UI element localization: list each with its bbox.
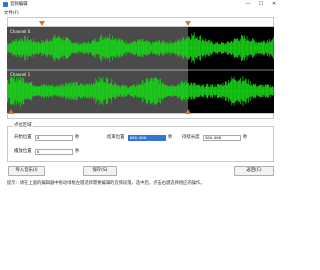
insert-unit: 秒	[75, 149, 80, 154]
duration-unit: 秒	[243, 135, 248, 140]
end-handle-icon[interactable]	[185, 109, 191, 114]
menu-file[interactable]: 文件(F)	[4, 11, 19, 16]
insert-position-input[interactable]: 0	[35, 149, 73, 155]
window-title: 音频编辑	[10, 1, 28, 7]
start-position-label: 开始位置	[14, 135, 32, 140]
end-position-label: 结束位置	[107, 135, 125, 140]
maximize-button[interactable]: ☐	[256, 0, 266, 8]
close-button[interactable]: ✕	[269, 0, 279, 8]
menu-bar: 文件(F)	[0, 10, 280, 17]
point-settings-group: 点位区域 开始位置 0 秒 结束位置 800.000 秒 持续长度 500.00…	[7, 123, 274, 162]
end-position-input[interactable]: 800.000	[128, 135, 166, 141]
start-marker-icon[interactable]	[39, 21, 45, 26]
import-music-button[interactable]: 导入音乐(I)	[8, 166, 45, 176]
end-marker-icon[interactable]	[185, 21, 191, 26]
back-button[interactable]: 返回(C)	[234, 166, 274, 176]
bottom-timeline[interactable]	[7, 109, 274, 119]
minimize-button[interactable]: —	[243, 0, 253, 8]
start-handle-icon[interactable]	[8, 109, 14, 114]
start-unit: 秒	[75, 135, 80, 140]
end-unit: 秒	[168, 135, 173, 140]
duration-label: 持续长度	[182, 135, 200, 140]
top-ruler[interactable]	[7, 17, 274, 27]
save-button[interactable]: 保存(S)	[83, 166, 117, 176]
waveform-editor[interactable]: Channel 0 Channel 1	[7, 27, 274, 113]
waveform-canvas[interactable]	[7, 27, 274, 113]
start-position-input[interactable]: 0	[35, 135, 73, 141]
channel-label: Channel 1	[10, 72, 31, 77]
group-title: 点位区域	[13, 123, 33, 129]
app-icon	[3, 2, 8, 7]
title-bar: 音频编辑 — ☐ ✕	[0, 0, 280, 9]
tip-text: 提示：请在上面的编辑器中拖动绿框左键选择需要编辑的音频段落，选中后，点击右键选择…	[7, 181, 205, 186]
channel-label: Channel 0	[10, 29, 31, 34]
insert-position-label: 播放位置	[14, 149, 32, 154]
duration-input[interactable]: 500.000	[203, 135, 241, 141]
